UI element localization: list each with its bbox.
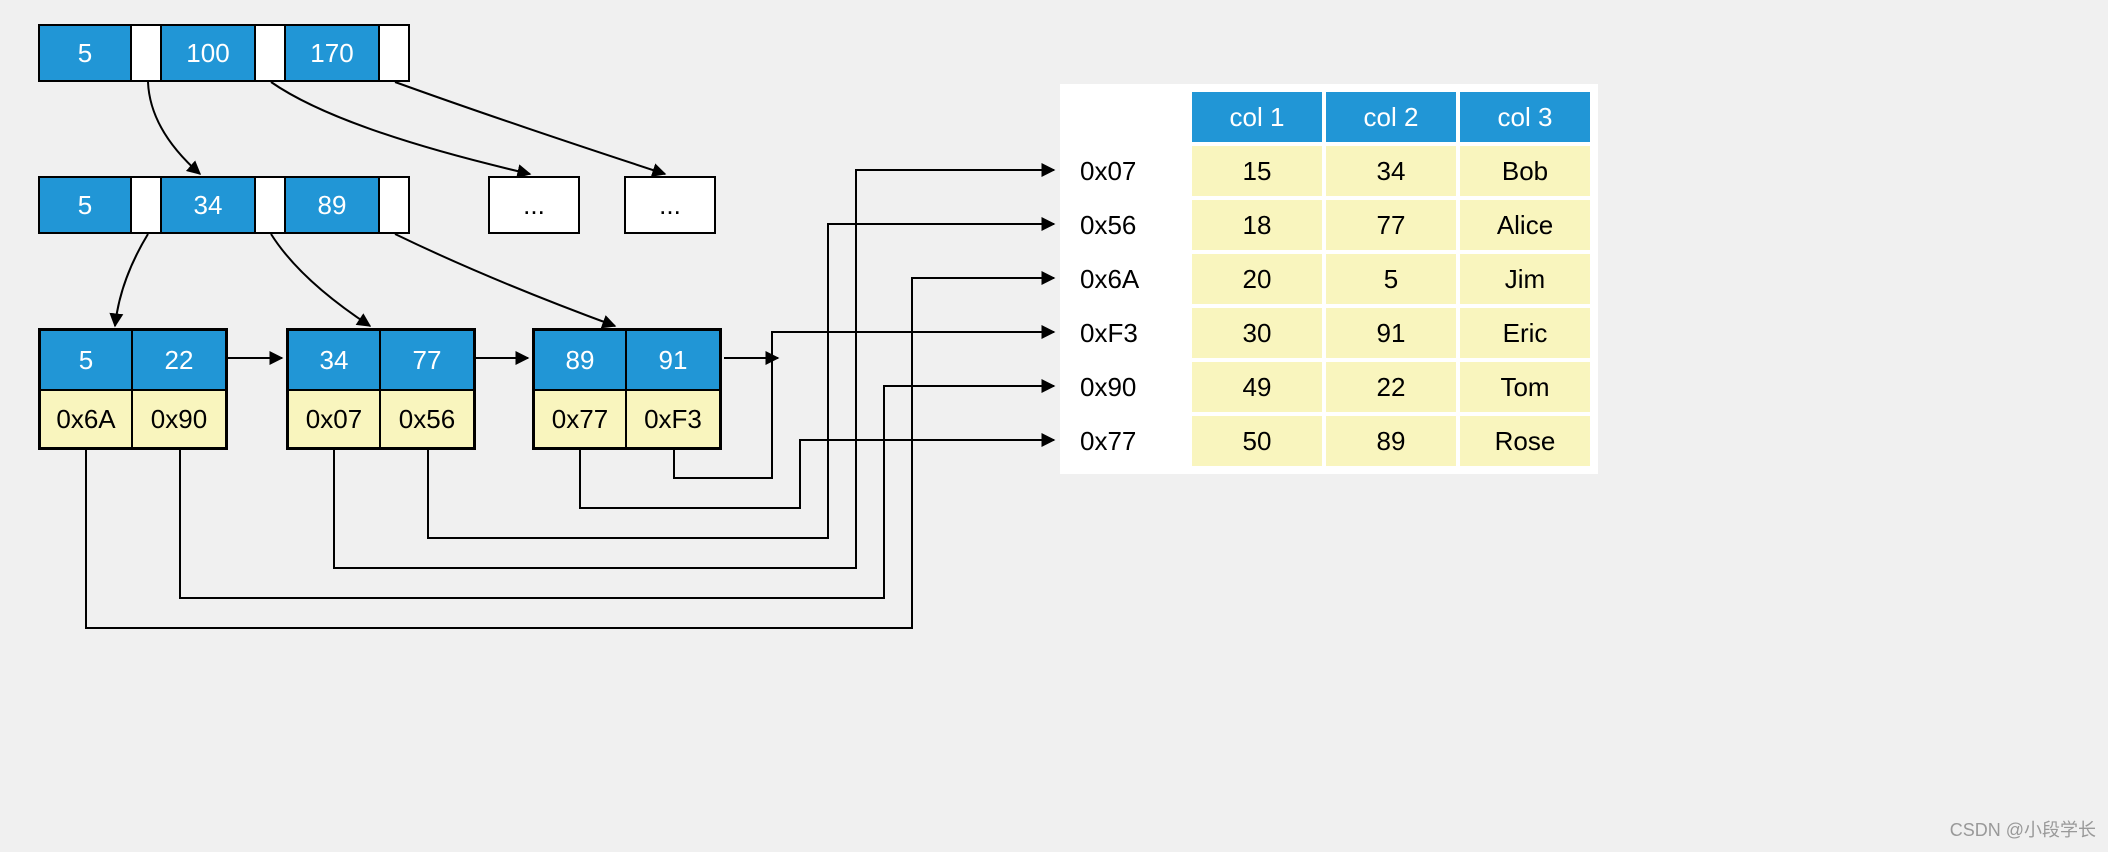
- row-address: 0x07: [1068, 146, 1188, 196]
- table-row: 0x90 49 22 Tom: [1068, 362, 1590, 412]
- internal-key: 89: [286, 176, 380, 234]
- row-address: 0xF3: [1068, 308, 1188, 358]
- cell: 18: [1192, 200, 1322, 250]
- leaf-pointer: 0x56: [381, 391, 473, 447]
- cell: 5: [1326, 254, 1456, 304]
- table-row: 0x6A 20 5 Jim: [1068, 254, 1590, 304]
- leaf-key: 89: [535, 331, 627, 389]
- table-header: col 3: [1460, 92, 1590, 142]
- leaf-key: 34: [289, 331, 381, 389]
- leaf-pointer: 0x07: [289, 391, 381, 447]
- cell: Eric: [1460, 308, 1590, 358]
- cell: 34: [1326, 146, 1456, 196]
- cell: 22: [1326, 362, 1456, 412]
- cell: Bob: [1460, 146, 1590, 196]
- row-address: 0x77: [1068, 416, 1188, 466]
- table-row: 0x07 15 34 Bob: [1068, 146, 1590, 196]
- root-pointer: [132, 24, 162, 82]
- watermark: CSDN @小段学长: [1950, 816, 2096, 842]
- internal-key: 5: [38, 176, 132, 234]
- row-address: 0x90: [1068, 362, 1188, 412]
- leaf-pointer: 0x77: [535, 391, 627, 447]
- internal-key: 34: [162, 176, 256, 234]
- cell: 89: [1326, 416, 1456, 466]
- leaf-pointer: 0x6A: [41, 391, 133, 447]
- data-table: col 1 col 2 col 3 0x07 15 34 Bob 0x56 18…: [1060, 84, 1598, 474]
- internal-pointer: [132, 176, 162, 234]
- row-address: 0x6A: [1068, 254, 1188, 304]
- table-header: col 2: [1326, 92, 1456, 142]
- cell: Alice: [1460, 200, 1590, 250]
- cell: 49: [1192, 362, 1322, 412]
- root-key: 100: [162, 24, 256, 82]
- cell: 50: [1192, 416, 1322, 466]
- cell: 15: [1192, 146, 1322, 196]
- root-pointer: [380, 24, 410, 82]
- leaf-key: 77: [381, 331, 473, 389]
- table-row: 0xF3 30 91 Eric: [1068, 308, 1590, 358]
- leaf-key: 22: [133, 331, 225, 389]
- btree-leaf-node: 5 22 0x6A 0x90: [38, 328, 228, 450]
- leaf-key: 5: [41, 331, 133, 389]
- cell: Tom: [1460, 362, 1590, 412]
- cell: 91: [1326, 308, 1456, 358]
- table-row: 0x77 50 89 Rose: [1068, 416, 1590, 466]
- btree-root-node: 5 100 170: [38, 24, 410, 82]
- leaf-key: 91: [627, 331, 719, 389]
- cell: Jim: [1460, 254, 1590, 304]
- internal-pointer: [380, 176, 410, 234]
- ellipsis-node: ...: [488, 176, 580, 234]
- btree-internal-node: 5 34 89: [38, 176, 410, 234]
- cell: 77: [1326, 200, 1456, 250]
- leaf-pointer: 0xF3: [627, 391, 719, 447]
- table-header: col 1: [1192, 92, 1322, 142]
- table-row: 0x56 18 77 Alice: [1068, 200, 1590, 250]
- cell: Rose: [1460, 416, 1590, 466]
- root-key: 5: [38, 24, 132, 82]
- cell: 30: [1192, 308, 1322, 358]
- ellipsis-node: ...: [624, 176, 716, 234]
- root-key: 170: [286, 24, 380, 82]
- internal-pointer: [256, 176, 286, 234]
- btree-leaf-node: 89 91 0x77 0xF3: [532, 328, 722, 450]
- root-pointer: [256, 24, 286, 82]
- cell: 20: [1192, 254, 1322, 304]
- btree-leaf-node: 34 77 0x07 0x56: [286, 328, 476, 450]
- leaf-pointer: 0x90: [133, 391, 225, 447]
- row-address: 0x56: [1068, 200, 1188, 250]
